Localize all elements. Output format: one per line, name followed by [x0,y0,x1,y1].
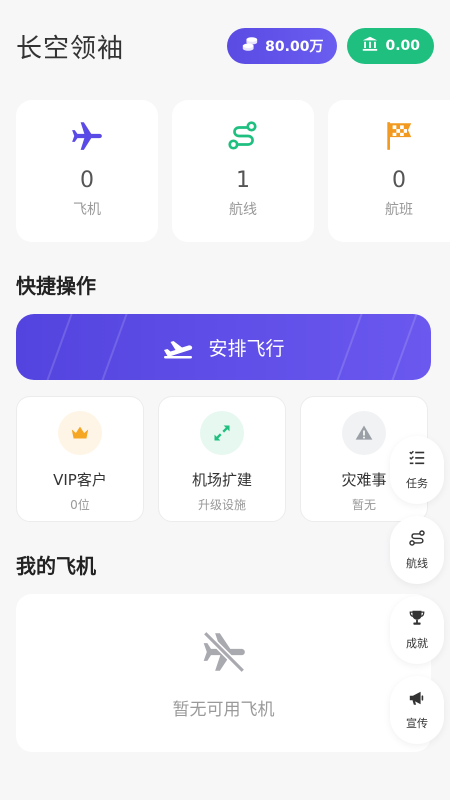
my-planes-title: 我的飞机 [16,554,96,578]
schedule-flight-label: 安排飞行 [208,337,285,360]
schedule-flight-button[interactable]: 安排飞行 [16,314,431,380]
warning-icon [342,411,386,455]
airport-expansion-card[interactable]: 机场扩建 升级设施 [158,396,286,522]
stat-value: 0 [80,168,94,193]
app-title: 长空领袖 [16,33,125,64]
stat-card-routes[interactable]: 1 航线 [172,100,314,242]
takeoff-icon [162,331,194,364]
feature-subtitle: 升级设施 [197,498,246,512]
balance-pills: 80.00万 0.00 [227,28,434,64]
feature-title: VIP客户 [53,471,107,489]
coins-value: 80.00万 [265,39,324,55]
coins-icon [241,35,259,57]
feature-title: 灾难事 [341,471,387,489]
feature-subtitle: 0位 [70,498,90,512]
stat-label: 航班 [385,202,413,218]
stat-value: 0 [392,168,406,193]
feature-row: VIP客户 0位 机场扩建 升级设施 灾难事 暂无 [16,396,450,522]
side-nav-tasks[interactable]: 任务 [390,436,444,504]
trophy-icon [408,609,426,631]
side-nav-routes[interactable]: 航线 [390,516,444,584]
route-icon [408,529,426,551]
vip-customers-card[interactable]: VIP客户 0位 [16,396,144,522]
empty-text: 暂无可用飞机 [172,699,275,720]
side-nav-label: 成就 [406,637,428,650]
bank-balance-button[interactable]: 0.00 [347,28,434,64]
megaphone-icon [408,689,426,711]
bank-icon [361,35,379,57]
bank-value: 0.00 [385,38,420,54]
stats-row: 0 飞机 1 航线 0 航班 [16,100,450,242]
feature-title: 机场扩建 [191,471,252,489]
stat-card-planes[interactable]: 0 飞机 [16,100,158,242]
airplane-icon [69,118,105,154]
crown-icon [58,411,102,455]
tasks-icon [408,449,426,471]
header: 长空领袖 80.00万 0.00 [16,26,434,66]
side-nav: 任务 航线 成就 宣传 [390,436,444,744]
side-nav-label: 航线 [406,557,428,570]
expand-icon [200,411,244,455]
stat-label: 航线 [229,202,257,218]
coins-balance-button[interactable]: 80.00万 [227,28,338,64]
feature-subtitle: 暂无 [351,498,376,512]
stat-value: 1 [236,168,250,193]
side-nav-achievements[interactable]: 成就 [390,596,444,664]
stat-card-flights[interactable]: 0 航班 [328,100,450,242]
checkered-flag-icon [381,118,417,154]
side-nav-label: 宣传 [406,717,428,730]
side-nav-promotion[interactable]: 宣传 [390,676,444,744]
stat-label: 飞机 [73,202,101,218]
quick-actions-title: 快捷操作 [16,274,96,298]
plane-slash-icon [199,627,249,681]
side-nav-label: 任务 [406,477,428,490]
route-icon [225,118,261,154]
my-planes-empty-card: 暂无可用飞机 [16,594,431,752]
